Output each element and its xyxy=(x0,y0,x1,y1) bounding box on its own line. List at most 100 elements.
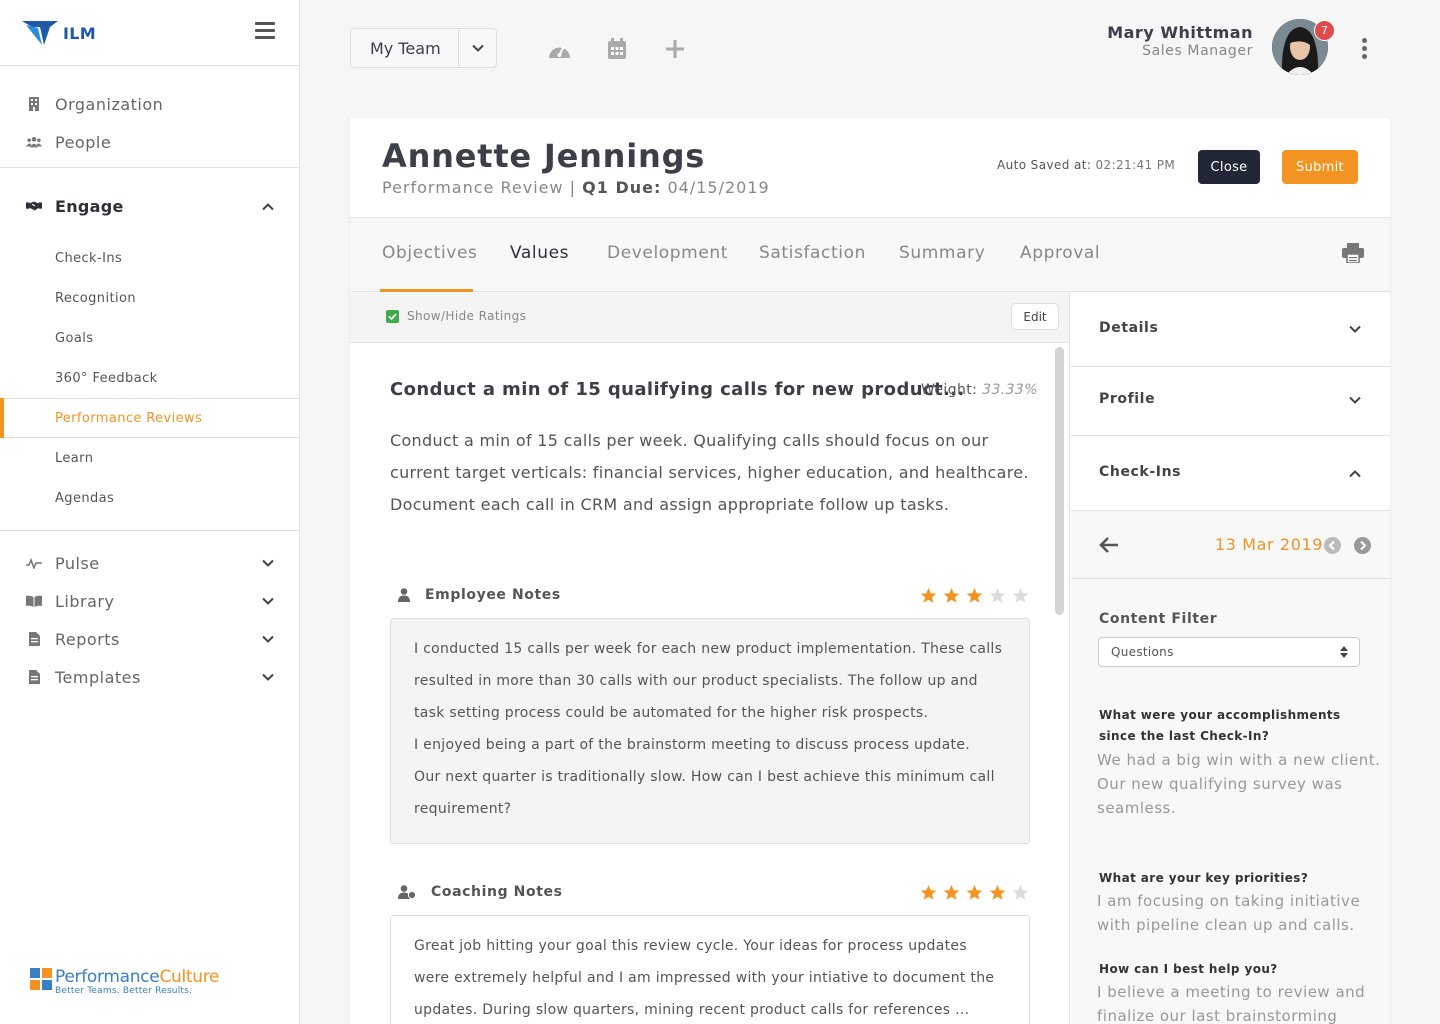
note-line: I enjoyed being a part of the brainstorm… xyxy=(414,737,971,753)
tab-approval[interactable]: Approval xyxy=(1020,243,1100,263)
nav-top: Organization People xyxy=(0,66,299,168)
sidebar-item-pulse[interactable]: Pulse xyxy=(0,544,299,582)
people-icon xyxy=(26,136,42,148)
chevron-down-icon[interactable] xyxy=(1348,396,1362,405)
sidebar-item-performance-reviews[interactable]: Performance Reviews xyxy=(0,398,299,438)
sidebar-item-goals[interactable]: Goals xyxy=(0,318,299,358)
content-filter-select[interactable]: Questions xyxy=(1098,637,1360,667)
employee-rating-stars[interactable] xyxy=(919,587,1034,604)
note-line: Great job hitting your goal this review … xyxy=(414,938,995,1018)
book-icon xyxy=(26,595,42,607)
autosave-label: Auto Saved at: xyxy=(997,158,1092,172)
more-options-icon[interactable] xyxy=(1360,38,1368,60)
prev-date-icon[interactable] xyxy=(1324,537,1341,554)
plus-icon[interactable] xyxy=(666,40,684,58)
note-line: I conducted 15 calls per week for each n… xyxy=(414,641,1003,721)
building-icon xyxy=(26,97,42,111)
puzzle-logo-icon xyxy=(30,968,52,990)
star-icon[interactable] xyxy=(1011,587,1030,604)
sidebar-item-templates[interactable]: Templates xyxy=(0,658,299,696)
tab-development[interactable]: Development xyxy=(607,243,728,263)
star-icon[interactable] xyxy=(988,587,1007,604)
checkin-answer: I believe a meeting to review and finali… xyxy=(1097,983,1366,1024)
chevron-up-icon[interactable] xyxy=(261,202,275,211)
sidebar-item-agendas[interactable]: Agendas xyxy=(0,478,299,518)
star-icon[interactable] xyxy=(942,884,961,901)
accordion-label: Profile xyxy=(1099,391,1156,407)
chevron-down-icon[interactable] xyxy=(458,29,496,67)
ilm-logo-icon xyxy=(22,21,58,45)
weight-value: 33.33% xyxy=(982,382,1038,398)
next-date-icon[interactable] xyxy=(1354,537,1371,554)
objective-weight: Weight: 33.33% xyxy=(921,382,1038,398)
chevron-down-icon[interactable] xyxy=(1348,325,1362,334)
coaching-notes-label: Coaching Notes xyxy=(431,884,563,900)
tab-objectives[interactable]: Objectives xyxy=(382,243,477,263)
review-type: Performance Review xyxy=(382,178,564,197)
sidebar-item-label: Organization xyxy=(55,94,164,114)
sidebar-item-learn[interactable]: Learn xyxy=(0,438,299,478)
chevron-down-icon[interactable] xyxy=(261,635,275,644)
accordion-profile[interactable]: Profile xyxy=(1071,367,1390,436)
print-icon[interactable] xyxy=(1342,243,1364,263)
accordion-details[interactable]: Details xyxy=(1071,293,1390,367)
star-icon[interactable] xyxy=(988,884,1007,901)
employee-notes-label: Employee Notes xyxy=(425,587,561,603)
star-icon[interactable] xyxy=(1011,884,1030,901)
sidebar-item-recognition[interactable]: Recognition xyxy=(0,278,299,318)
chevron-up-icon[interactable] xyxy=(1348,469,1362,478)
content-filter-label: Content Filter xyxy=(1099,611,1218,627)
sidebar-item-engage[interactable]: Engage xyxy=(0,178,299,234)
objective-pane: Show/Hide Ratings Edit Conduct a min of … xyxy=(350,293,1070,1024)
engage-subnav: Check-Ins Recognition Goals 360° Feedbac… xyxy=(0,234,299,518)
menu-icon[interactable] xyxy=(255,22,275,40)
back-arrow-icon[interactable] xyxy=(1099,536,1119,554)
sidebar-header: ILM xyxy=(0,0,299,66)
scrollbar-thumb[interactable] xyxy=(1055,347,1064,615)
user-info: Mary Whittman Sales Manager xyxy=(1107,23,1253,59)
coaching-rating-stars[interactable] xyxy=(919,884,1034,901)
chevron-down-icon[interactable] xyxy=(261,673,275,682)
sidebar-item-library[interactable]: Library xyxy=(0,582,299,620)
show-ratings-label[interactable]: Show/Hide Ratings xyxy=(407,309,526,323)
due-date: 04/15/2019 xyxy=(667,178,770,197)
tab-satisfaction[interactable]: Satisfaction xyxy=(759,243,866,263)
tab-values[interactable]: Values xyxy=(510,243,569,263)
side-panel: Details Profile Check-Ins 13 Mar 2019 Co… xyxy=(1071,293,1390,1024)
notification-badge[interactable]: 7 xyxy=(1314,20,1335,41)
star-icon[interactable] xyxy=(965,587,984,604)
nav-bottom: Pulse Library Reports Templates xyxy=(0,530,299,696)
chevron-down-icon[interactable] xyxy=(261,559,275,568)
tab-summary[interactable]: Summary xyxy=(899,243,985,263)
star-icon[interactable] xyxy=(942,587,961,604)
sidebar-item-people[interactable]: People xyxy=(0,123,299,161)
employee-notes-header: Employee Notes xyxy=(398,587,561,603)
autosave-status: Auto Saved at: 02:21:41 PM xyxy=(997,158,1175,172)
user-coach-icon xyxy=(398,885,416,899)
accordion-check-ins[interactable]: Check-Ins xyxy=(1071,436,1390,511)
sidebar-item-check-ins[interactable]: Check-Ins xyxy=(0,238,299,278)
separator: | xyxy=(569,178,577,197)
star-icon[interactable] xyxy=(965,884,984,901)
review-tabs: Objectives Values Development Satisfacti… xyxy=(350,218,1390,292)
checkin-date-nav: 13 Mar 2019 xyxy=(1071,511,1390,579)
submit-button[interactable]: Submit xyxy=(1282,150,1358,184)
sidebar-item-reports[interactable]: Reports xyxy=(0,620,299,658)
edit-button[interactable]: Edit xyxy=(1011,303,1059,330)
employee-notes-text: I conducted 15 calls per week for each n… xyxy=(390,618,1030,844)
star-icon[interactable] xyxy=(919,587,938,604)
coaching-notes-text[interactable]: Great job hitting your goal this review … xyxy=(390,915,1030,1024)
performance-culture-logo: PerformanceCulture Better Teams. Better … xyxy=(30,968,220,996)
calendar-icon[interactable] xyxy=(608,38,626,59)
app-logo[interactable]: ILM xyxy=(20,19,96,47)
star-icon[interactable] xyxy=(919,884,938,901)
team-select[interactable]: My Team xyxy=(350,28,497,68)
chevron-down-icon[interactable] xyxy=(261,597,275,606)
user-role: Sales Manager xyxy=(1142,43,1253,59)
dashboard-icon[interactable] xyxy=(547,38,572,60)
sidebar-item-360-feedback[interactable]: 360° Feedback xyxy=(0,358,299,398)
sidebar-item-organization[interactable]: Organization xyxy=(0,85,299,123)
close-button[interactable]: Close xyxy=(1198,150,1260,184)
content-filter-value: Questions xyxy=(1111,645,1174,659)
show-ratings-checkbox[interactable] xyxy=(386,310,399,323)
